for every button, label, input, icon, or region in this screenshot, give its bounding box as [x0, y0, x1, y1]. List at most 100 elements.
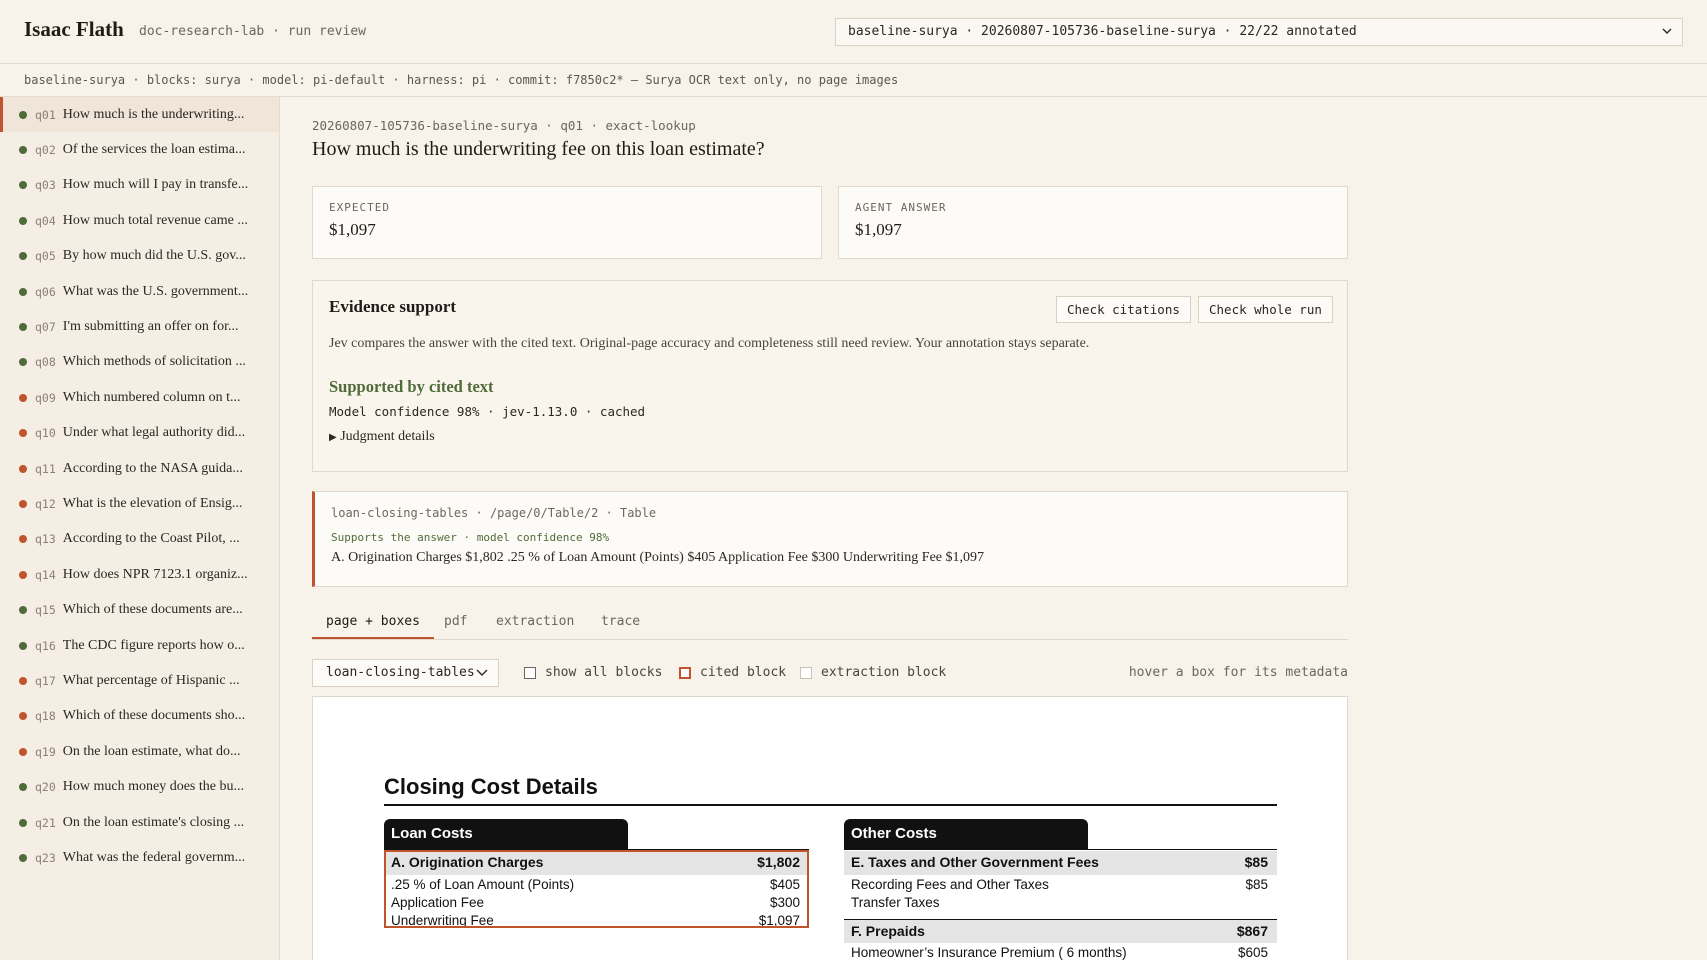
row-label: Transfer Taxes	[851, 895, 940, 910]
sidebar-item-q14[interactable]: q14 How does NPR 7123.1 organiz...	[0, 557, 279, 592]
sidebar-item-q02[interactable]: q02 Of the services the loan estima...	[0, 132, 279, 167]
evidence-verdict: Supported by cited text	[329, 377, 494, 396]
table-row: Homeowner’s Insurance Premium ( 6 months…	[844, 945, 1277, 960]
tab-extraction[interactable]: extraction	[482, 614, 588, 637]
status-dot-icon	[19, 641, 27, 650]
app-header: Isaac Flath doc-research-lab · run revie…	[0, 0, 1707, 63]
show-all-blocks-toggle[interactable]: show all blocks	[524, 665, 662, 680]
question-id: q01	[35, 107, 56, 122]
question-label: Of the services the loan estima...	[62, 142, 246, 158]
row-label: Recording Fees and Other Taxes	[851, 877, 1049, 892]
question-label: How much will I pay in transfe...	[62, 177, 249, 193]
status-dot-icon	[19, 853, 27, 862]
run-select-value: baseline-surya · 20260807-105736-baselin…	[848, 24, 1357, 39]
sidebar-item-q11[interactable]: q11 According to the NASA guida...	[0, 451, 279, 486]
question-id: q18	[35, 709, 56, 724]
status-dot-icon	[19, 606, 27, 615]
sidebar-item-q18[interactable]: q18 Which of these documents sho...	[0, 699, 279, 734]
status-dot-icon	[19, 570, 27, 579]
chevron-down-icon	[1662, 28, 1672, 34]
sidebar-item-q19[interactable]: q19 On the loan estimate, what do...	[0, 734, 279, 769]
checkbox-icon[interactable]	[524, 666, 536, 679]
question-label: Which methods of solicitation ...	[62, 354, 246, 370]
tab-trace[interactable]: trace	[587, 614, 654, 637]
question-label: According to the NASA guida...	[62, 460, 243, 476]
hover-hint: hover a box for its metadata	[1128, 665, 1348, 680]
citation-path: loan-closing-tables · /page/0/Table/2 · …	[331, 506, 657, 520]
status-dot-icon	[19, 287, 27, 296]
judgment-details-toggle[interactable]: ▶ Judgment details	[329, 429, 435, 445]
question-meta: 20260807-105736-baseline-surya · q01 · e…	[312, 118, 696, 133]
sidebar-item-q23[interactable]: q23 What was the federal governm...	[0, 840, 279, 875]
taxes-label: E. Taxes and Other Government Fees	[851, 854, 1099, 870]
sidebar-item-q16[interactable]: q16 The CDC figure reports how o...	[0, 628, 279, 663]
citation-card[interactable]: loan-closing-tables · /page/0/Table/2 · …	[312, 491, 1348, 587]
sidebar-item-q13[interactable]: q13 According to the Coast Pilot, ...	[0, 522, 279, 557]
document-select-value: loan-closing-tables	[326, 665, 475, 680]
question-label: According to the Coast Pilot, ...	[62, 531, 240, 547]
status-dot-icon	[19, 464, 27, 473]
sidebar-item-q15[interactable]: q15 Which of these documents are...	[0, 592, 279, 627]
check-citations-button[interactable]: Check citations	[1056, 296, 1191, 323]
question-title: How much is the underwriting fee on this…	[312, 138, 765, 160]
sidebar-item-q05[interactable]: q05 By how much did the U.S. gov...	[0, 239, 279, 274]
sidebar-item-q17[interactable]: q17 What percentage of Hispanic ...	[0, 663, 279, 698]
question-id: q09	[35, 390, 56, 405]
question-id: q13	[35, 532, 56, 547]
sidebar-item-q06[interactable]: q06 What was the U.S. government...	[0, 274, 279, 309]
agent-answer-card: AGENT ANSWER $1,097	[838, 186, 1348, 259]
taxes-amount: $85	[1244, 854, 1268, 870]
question-label: What percentage of Hispanic ...	[62, 672, 240, 688]
cited-block-label: cited block	[700, 665, 787, 680]
sidebar-item-q10[interactable]: q10 Under what legal authority did...	[0, 416, 279, 451]
prepaids-amount: $867	[1236, 923, 1268, 939]
page-viewer[interactable]: Closing Cost Details Loan Costs A. Origi…	[312, 696, 1348, 960]
loan-costs-tab: Loan Costs	[384, 819, 628, 849]
agent-answer-label: AGENT ANSWER	[855, 201, 947, 214]
question-label: Under what legal authority did...	[62, 425, 246, 441]
sidebar-item-q20[interactable]: q20 How much money does the bu...	[0, 769, 279, 804]
judgment-details-label: Judgment details	[340, 429, 435, 444]
view-controls: loan-closing-tables show all blocks cite…	[312, 659, 1348, 689]
sidebar-item-q09[interactable]: q09 Which numbered column on t...	[0, 380, 279, 415]
question-sidebar: q01 How much is the underwriting... q02 Of …	[0, 97, 280, 960]
status-dot-icon	[19, 252, 27, 261]
question-id: q11	[35, 461, 56, 476]
question-label: What was the federal governm...	[62, 849, 246, 865]
tab-pdf[interactable]: pdf	[430, 614, 481, 637]
check-run-button[interactable]: Check whole run	[1198, 296, 1333, 323]
sidebar-item-q01[interactable]: q01 How much is the underwriting...	[0, 97, 279, 133]
status-dot-icon	[19, 747, 27, 756]
status-dot-icon	[19, 429, 27, 438]
status-dot-icon	[19, 181, 27, 190]
extraction-block-legend: extraction block	[800, 665, 946, 680]
question-id: q07	[35, 320, 56, 335]
sidebar-item-q03[interactable]: q03 How much will I pay in transfe...	[0, 168, 279, 203]
run-select[interactable]: baseline-surya · 20260807-105736-baselin…	[835, 18, 1683, 46]
expected-value: $1,097	[329, 220, 376, 239]
status-dot-icon	[19, 358, 27, 367]
cited-block-box[interactable]	[384, 850, 809, 928]
table-row: Transfer Taxes	[844, 895, 1277, 913]
cited-swatch-icon	[679, 666, 691, 679]
question-id: q21	[35, 815, 56, 830]
cited-block-legend: cited block	[679, 665, 786, 680]
sidebar-item-q04[interactable]: q04 How much total revenue came ...	[0, 203, 279, 238]
sidebar-item-q21[interactable]: q21 On the loan estimate's closing ...	[0, 805, 279, 840]
citation-text: A. Origination Charges $1,802 .25 % of L…	[331, 550, 985, 565]
sidebar-item-q08[interactable]: q08 Which methods of solicitation ...	[0, 345, 279, 380]
question-id: q10	[35, 426, 56, 441]
status-dot-icon	[19, 783, 27, 792]
tab-page-boxes[interactable]: page + boxes	[312, 614, 434, 639]
status-dot-icon	[19, 216, 27, 225]
evidence-confidence: Model confidence 98% · jev-1.13.0 · cach…	[329, 404, 646, 419]
sidebar-item-q12[interactable]: q12 What is the elevation of Ensig...	[0, 486, 279, 521]
status-dot-icon	[19, 818, 27, 827]
agent-answer-value: $1,097	[855, 220, 902, 239]
question-id: q19	[35, 744, 56, 759]
question-label: How much is the underwriting...	[62, 106, 245, 122]
sidebar-item-q07[interactable]: q07 I'm submitting an offer on for...	[0, 309, 279, 344]
question-label: Which of these documents sho...	[62, 708, 246, 724]
document-select[interactable]: loan-closing-tables	[312, 659, 499, 687]
extraction-swatch-icon	[800, 666, 812, 679]
